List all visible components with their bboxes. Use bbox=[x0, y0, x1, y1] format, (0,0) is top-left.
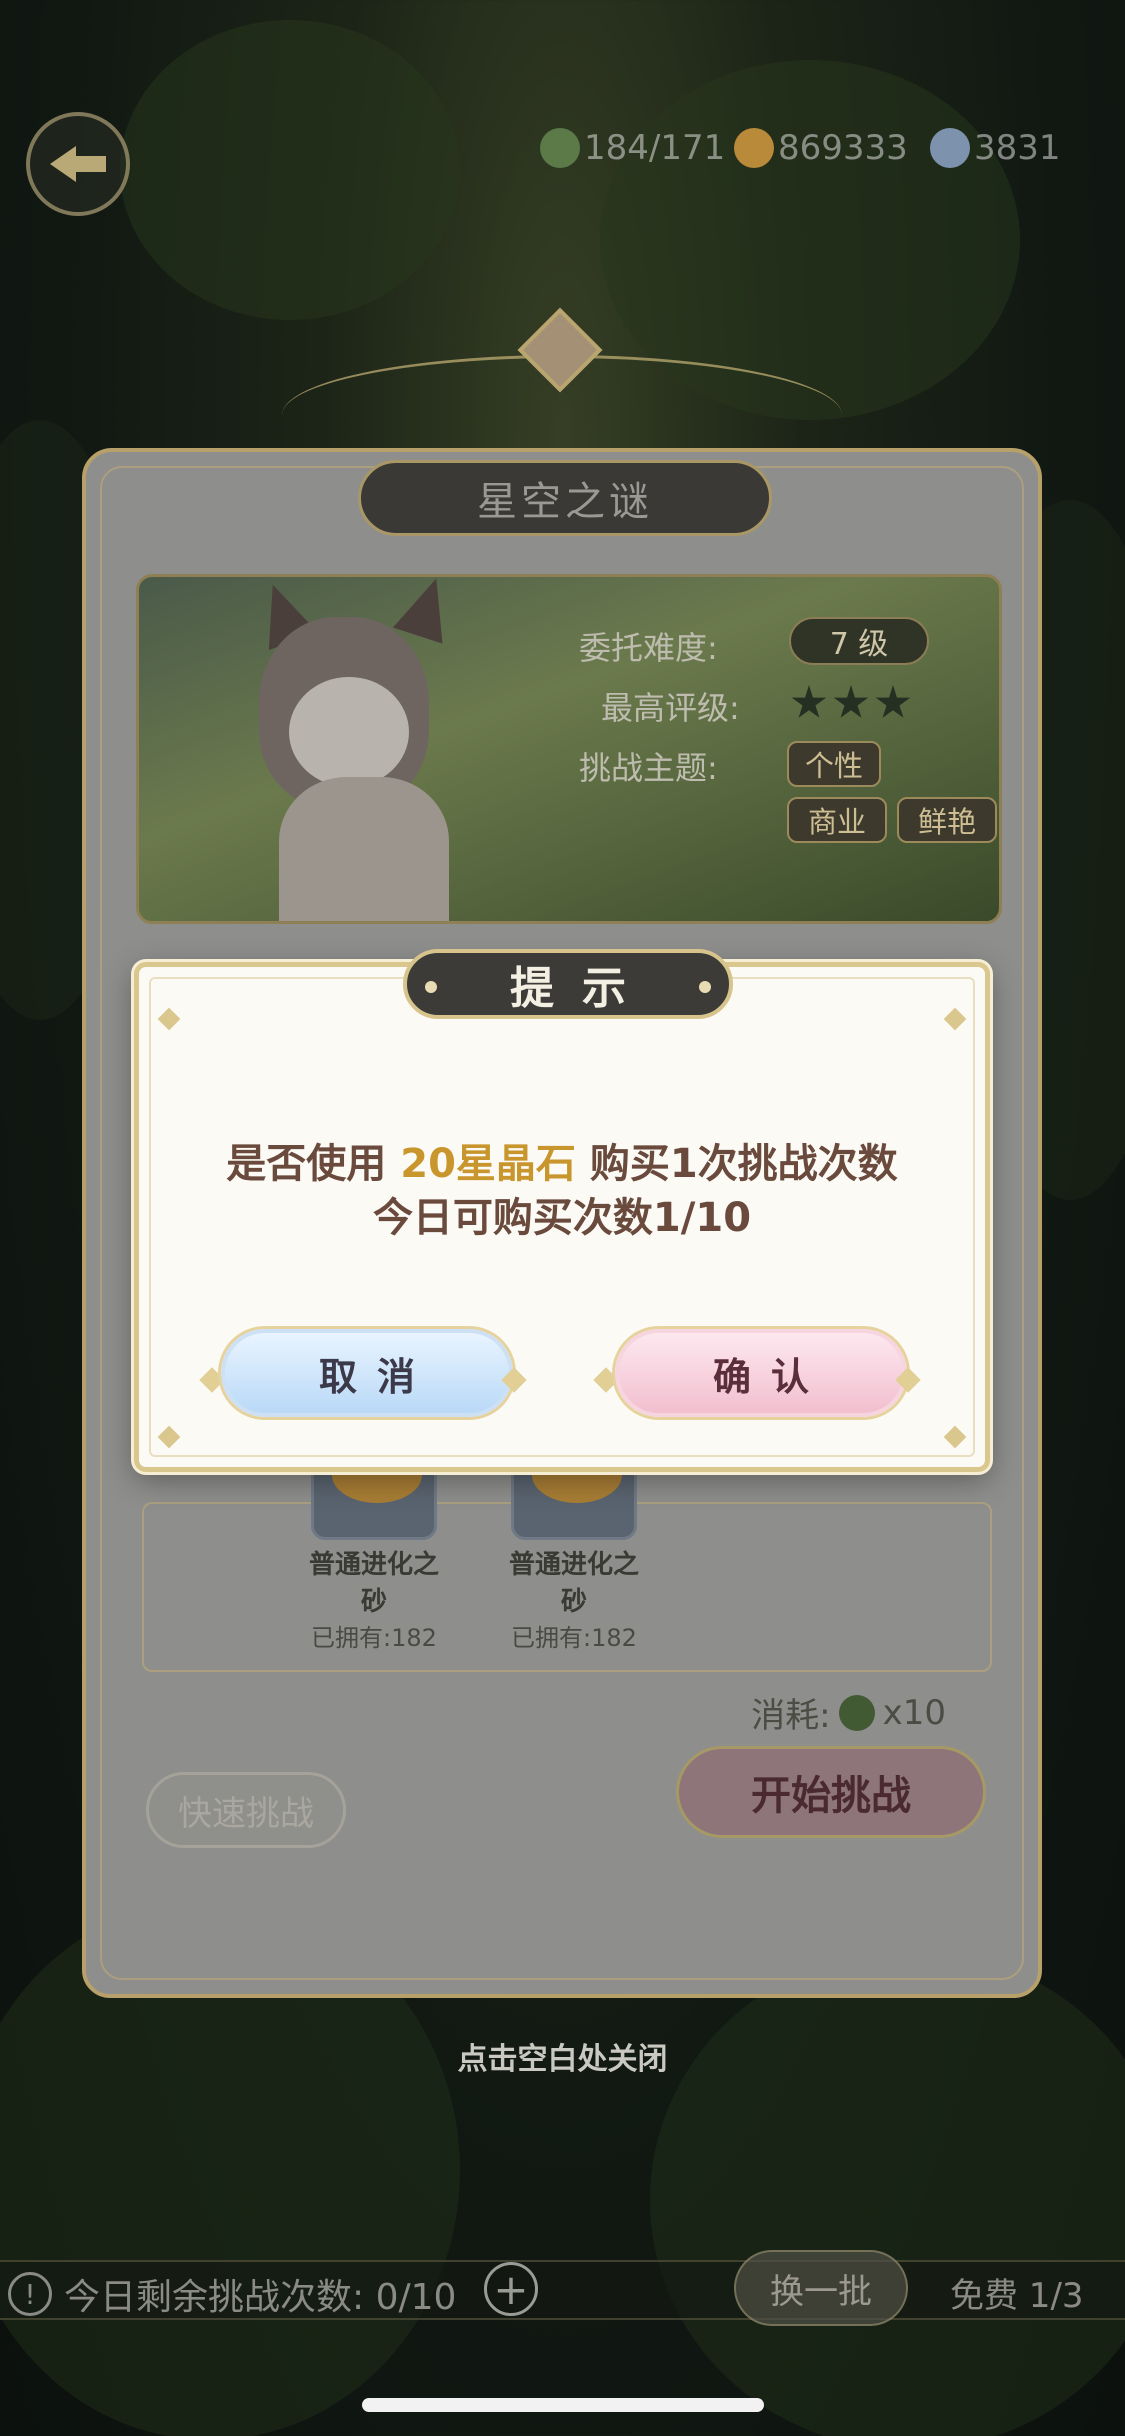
crystal-value: 3831 bbox=[974, 128, 1061, 168]
reward-name: 普通进化之砂 bbox=[508, 1550, 639, 1617]
panel-title: 星空之谜 bbox=[358, 460, 772, 536]
home-indicator[interactable] bbox=[362, 2398, 764, 2412]
info-icon[interactable]: ! bbox=[8, 2272, 52, 2316]
title-dot bbox=[425, 981, 437, 993]
stamina-value: 184/171 bbox=[584, 128, 726, 168]
start-challenge-button[interactable]: 开始挑战 bbox=[676, 1746, 986, 1838]
reward-owned: 已拥有:182 bbox=[511, 1624, 637, 1652]
dialog-title: 提示 bbox=[403, 949, 733, 1019]
theme-label: 挑战主题: bbox=[579, 749, 718, 787]
crystal-counter: 3831 bbox=[930, 124, 1061, 172]
back-arrow-icon bbox=[50, 146, 106, 182]
crystal-cost: 20星晶石 bbox=[400, 1141, 576, 1187]
reward-name: 普通进化之砂 bbox=[308, 1550, 439, 1617]
challenge-banner: 委托难度: 7 级 最高评级: 挑战主题: 个性 商业 鲜艳 bbox=[136, 574, 1002, 924]
close-hint: 点击空白处关闭 bbox=[457, 2042, 668, 2077]
free-refresh-count: 免费 1/3 bbox=[950, 2276, 1084, 2316]
theme-tag: 鲜艳 bbox=[897, 797, 997, 843]
purchase-dialog: 提示 是否使用 20星晶石 购买1次挑战次数 今日可购买次数1/10 取消 确认 bbox=[134, 949, 990, 1472]
gold-value: 869333 bbox=[778, 128, 908, 168]
crystal-icon bbox=[930, 128, 970, 168]
best-rating-label: 最高评级: bbox=[601, 689, 740, 727]
confirm-button[interactable]: 确认 bbox=[615, 1329, 907, 1417]
dialog-line-1: 是否使用 20星晶石 购买1次挑战次数 bbox=[226, 1141, 898, 1187]
reward-box: 普通进化之砂 已拥有:182 普通进化之砂 已拥有:182 bbox=[142, 1414, 992, 1672]
back-button[interactable] bbox=[26, 112, 130, 216]
add-challenges-button[interactable]: + bbox=[484, 2262, 538, 2316]
dialog-line-2: 今日可购买次数1/10 bbox=[372, 1195, 752, 1241]
cancel-button[interactable]: 取消 bbox=[221, 1329, 513, 1417]
quick-challenge-button[interactable]: 快速挑战 bbox=[146, 1772, 346, 1848]
challenge-cost: 消耗: x10 bbox=[751, 1688, 946, 1737]
coin-icon bbox=[734, 128, 774, 168]
rating-star bbox=[791, 685, 827, 718]
clover-icon bbox=[540, 128, 580, 168]
character-ear bbox=[393, 577, 461, 644]
theme-tag: 商业 bbox=[787, 797, 887, 843]
gold-counter: 869333 bbox=[734, 124, 908, 172]
title-dot bbox=[699, 981, 711, 993]
cost-amount: x10 bbox=[882, 1692, 946, 1733]
dialog-title-text: 提示 bbox=[510, 963, 654, 1014]
theme-tag: 个性 bbox=[787, 741, 881, 787]
stamina-counter: 184/171 bbox=[540, 124, 725, 172]
character-face bbox=[289, 677, 409, 787]
refresh-button[interactable]: 换一批 bbox=[734, 2250, 908, 2326]
rating-star bbox=[833, 685, 869, 718]
difficulty-value: 7 级 bbox=[789, 617, 929, 665]
rating-star bbox=[875, 685, 911, 718]
clover-icon bbox=[838, 1694, 875, 1731]
dialog-message: 是否使用 20星晶石 购买1次挑战次数 今日可购买次数1/10 bbox=[139, 1137, 985, 1245]
difficulty-label: 委托难度: bbox=[579, 629, 718, 667]
cost-label: 消耗: bbox=[751, 1696, 831, 1736]
remaining-label: 今日剩余挑战次数: 0/10 bbox=[64, 2277, 457, 2318]
remaining-challenges: ! 今日剩余挑战次数: 0/10 bbox=[8, 2268, 456, 2320]
character-body bbox=[279, 777, 449, 921]
reward-owned: 已拥有:182 bbox=[311, 1624, 437, 1652]
